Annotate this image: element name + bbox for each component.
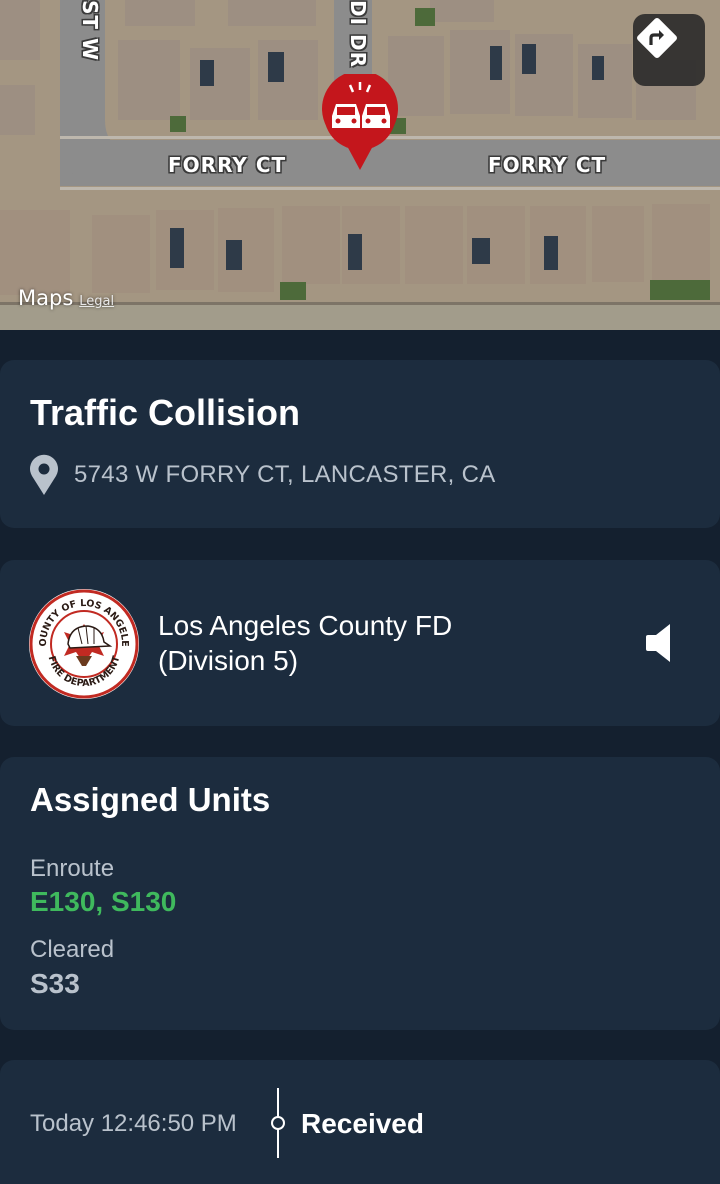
enroute-label: Enroute bbox=[30, 855, 115, 882]
street-label-st-w: ST W bbox=[78, 0, 102, 62]
location-pin-icon bbox=[30, 454, 58, 495]
timeline-status: Received bbox=[301, 1108, 424, 1139]
cleared-label: Cleared bbox=[30, 936, 115, 963]
address-row[interactable]: 5743 W FORRY CT, LANCASTER, CA bbox=[28, 454, 496, 496]
traffic-collision-pin-icon[interactable] bbox=[320, 74, 400, 172]
incident-card: Traffic Collision 5743 W FORRY CT, LANCA… bbox=[0, 360, 720, 528]
timeline-card: Today 12:46:50 PM Received bbox=[0, 1060, 720, 1184]
agency-card: COUNTY OF LOS ANGELES FIRE DEPARTMENT Lo… bbox=[0, 560, 720, 726]
agency-name-line2: (Division 5) bbox=[158, 645, 299, 676]
incident-address: 5743 W FORRY CT, LANCASTER, CA bbox=[74, 461, 496, 488]
agency-name-line1: Los Angeles County FD bbox=[158, 610, 453, 641]
street-label-di-dr: DI DR bbox=[346, 0, 370, 69]
assigned-units-card: Assigned Units Enroute E130, S130 Cleare… bbox=[0, 757, 720, 1030]
assigned-units-title: Assigned Units bbox=[30, 781, 271, 818]
agency-name: Los Angeles County FD (Division 5) bbox=[158, 608, 578, 678]
apple-maps-brand: Maps bbox=[18, 286, 74, 310]
enroute-units: E130, S130 bbox=[30, 886, 177, 917]
directions-button[interactable] bbox=[633, 14, 705, 86]
street-label-forry-ct: FORRY CT bbox=[488, 153, 607, 177]
timeline-node-icon bbox=[271, 1088, 285, 1158]
agency-logo: COUNTY OF LOS ANGELES FIRE DEPARTMENT bbox=[25, 580, 140, 700]
incident-title: Traffic Collision bbox=[30, 392, 301, 433]
cleared-units: S33 bbox=[30, 968, 80, 999]
speaker-icon bbox=[646, 624, 670, 662]
speaker-button[interactable] bbox=[640, 620, 680, 666]
maps-attribution: Maps Legal bbox=[18, 286, 114, 310]
map-view[interactable]: FORRY CT FORRY CT ST W DI DR Maps Legal bbox=[0, 0, 720, 330]
street-label-forry-ct: FORRY CT bbox=[168, 153, 287, 177]
directions-arrow-icon bbox=[637, 18, 677, 58]
legal-link[interactable]: Legal bbox=[79, 294, 114, 309]
timeline-time: Today 12:46:50 PM bbox=[30, 1110, 237, 1137]
